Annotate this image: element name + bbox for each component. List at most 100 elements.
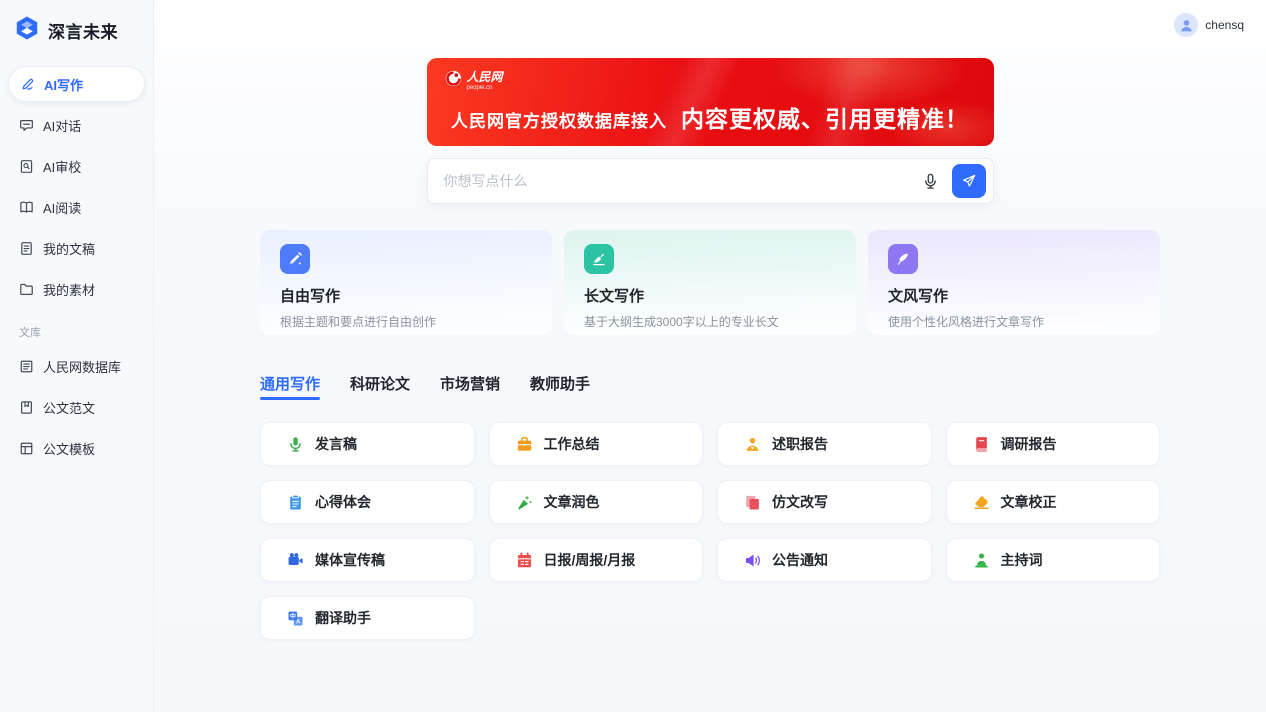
sidebar-item-label: 公文模板 xyxy=(43,441,96,457)
doc-bookmark-icon xyxy=(19,400,34,415)
people-cn-logo: 人民网 people.cn xyxy=(445,70,976,92)
clipboard-icon xyxy=(287,494,304,511)
sidebar-item-label: AI阅读 xyxy=(43,200,82,216)
template-grid: 发言稿 工作总结 述职报告 调研报告 心得体会 文章润色 仿文改写 文章校正 媒… xyxy=(260,422,1160,640)
sidebar-item-official-samples[interactable]: 公文范文 xyxy=(8,389,145,425)
sidebar-item-label: 我的素材 xyxy=(43,282,96,298)
open-book-icon xyxy=(19,200,34,215)
sidebar-item-ai-proofread[interactable]: AI审校 xyxy=(8,148,145,184)
template-article-polish[interactable]: 文章润色 xyxy=(488,480,703,524)
card-title: 长文写作 xyxy=(584,288,645,305)
template-label: 日报/周报/月报 xyxy=(543,552,636,568)
card-style-writing[interactable]: 文风写作 使用个性化风格进行文章写作 xyxy=(868,230,1160,335)
template-imitation-rewrite[interactable]: 仿文改写 xyxy=(717,480,932,524)
banner-subtitle: 人民网官方授权数据库接入 xyxy=(451,112,667,131)
template-label: 媒体宣传稿 xyxy=(315,552,385,568)
template-translate-assistant[interactable]: 中A 翻译助手 xyxy=(260,596,475,640)
sidebar-item-my-documents[interactable]: 我的文稿 xyxy=(8,230,145,266)
mic-button[interactable] xyxy=(916,166,946,196)
main-content: chensq 人民网 people.cn 人民网官方授权数据库接入 内容更权威、… xyxy=(154,0,1266,712)
mic-green-icon xyxy=(287,436,304,453)
newspaper-icon xyxy=(19,359,34,374)
eraser-icon xyxy=(973,494,990,511)
template-article-correction[interactable]: 文章校正 xyxy=(945,480,1160,524)
sidebar-nav: AI写作 AI对话 AI审校 AI阅读 我的文稿 我的素材 文库 人民网数据库 xyxy=(8,66,145,466)
host-icon xyxy=(973,552,990,569)
sidebar-item-ai-writing[interactable]: AI写作 xyxy=(8,66,145,102)
template-label: 述职报告 xyxy=(772,436,828,452)
sidebar-item-ai-chat[interactable]: AI对话 xyxy=(8,107,145,143)
svg-text:中: 中 xyxy=(290,611,296,619)
card-free-writing[interactable]: 自由写作 根据主题和要点进行自由创作 xyxy=(260,230,552,335)
mic-outline-icon xyxy=(925,173,936,189)
category-tabs: 通用写作 科研论文 市场营销 教师助手 xyxy=(260,373,1160,400)
sidebar-item-label: 公文范文 xyxy=(43,400,96,416)
template-speech-draft[interactable]: 发言稿 xyxy=(260,422,475,466)
tab-research-paper[interactable]: 科研论文 xyxy=(350,373,410,400)
banner-headline: 内容更权威、引用更精准！ xyxy=(681,106,969,132)
sidebar-item-official-templates[interactable]: 公文模板 xyxy=(8,430,145,466)
people-cn-logo-text: 人民网 xyxy=(466,70,503,84)
tab-teacher-assistant[interactable]: 教师助手 xyxy=(530,373,590,400)
sidebar-item-label: 人民网数据库 xyxy=(43,359,122,375)
template-label: 公告通知 xyxy=(772,552,828,568)
people-cn-logo-icon xyxy=(445,70,462,92)
prompt-input[interactable] xyxy=(443,173,916,189)
card-long-writing[interactable]: 长文写作 基于大纲生成3000字以上的专业长文 xyxy=(564,230,856,335)
template-reflections[interactable]: 心得体会 xyxy=(260,480,475,524)
sidebar-item-label: AI写作 xyxy=(44,77,84,93)
template-label: 调研报告 xyxy=(1000,436,1057,452)
template-label: 心得体会 xyxy=(315,494,371,510)
tab-marketing[interactable]: 市场营销 xyxy=(440,373,500,400)
sidebar-item-label: AI审校 xyxy=(43,159,82,175)
copy-icon xyxy=(744,494,761,511)
sidebar-item-my-materials[interactable]: 我的素材 xyxy=(8,271,145,307)
template-label: 工作总结 xyxy=(543,436,600,452)
template-label: 发言稿 xyxy=(315,436,357,452)
sidebar-section-library: 文库 xyxy=(19,327,41,339)
send-icon xyxy=(962,174,975,187)
camera-icon xyxy=(287,552,304,569)
app-logo[interactable]: 深言未来 xyxy=(8,0,145,58)
template-label: 翻译助手 xyxy=(315,610,371,626)
card-description: 使用个性化风格进行文章写作 xyxy=(888,315,1045,329)
chat-icon xyxy=(19,118,34,133)
template-announcement[interactable]: 公告通知 xyxy=(717,538,932,582)
signature-tile-icon xyxy=(584,244,614,274)
deeplang-logo-icon xyxy=(14,15,40,46)
pen-icon xyxy=(20,77,35,92)
pencil-tile-icon xyxy=(280,244,310,274)
template-host-script[interactable]: 主持词 xyxy=(945,538,1160,582)
send-button[interactable] xyxy=(951,164,986,198)
sidebar-item-label: AI对话 xyxy=(43,118,82,134)
user-avatar-icon xyxy=(1174,13,1199,37)
tab-general-writing[interactable]: 通用写作 xyxy=(260,373,321,400)
sidebar: 深言未来 AI写作 AI对话 AI审校 AI阅读 我的文稿 我的素材 文库 人民… xyxy=(0,0,154,712)
briefcase-icon xyxy=(516,436,533,453)
quill-tile-icon xyxy=(888,244,918,274)
sidebar-item-ai-reading[interactable]: AI阅读 xyxy=(8,189,145,225)
template-label: 仿文改写 xyxy=(772,494,828,510)
composer-bar xyxy=(426,158,994,204)
user-menu[interactable]: chensq xyxy=(1174,13,1244,37)
promo-banner[interactable]: 人民网 people.cn 人民网官方授权数据库接入 内容更权威、引用更精准！ xyxy=(426,58,994,146)
card-description: 基于大纲生成3000字以上的专业长文 xyxy=(584,315,779,329)
wand-icon xyxy=(516,494,533,511)
template-work-summary[interactable]: 工作总结 xyxy=(488,422,703,466)
svg-text:A: A xyxy=(296,619,301,625)
megaphone-icon xyxy=(744,552,761,569)
app-name: 深言未来 xyxy=(48,23,118,42)
translate-icon: 中A xyxy=(287,610,304,627)
doc-icon xyxy=(19,241,34,256)
template-label: 文章润色 xyxy=(543,494,600,510)
template-research-report[interactable]: 调研报告 xyxy=(945,422,1160,466)
sidebar-item-label: 我的文稿 xyxy=(43,241,96,257)
template-periodic-report[interactable]: 日报/周报/月报 xyxy=(488,538,703,582)
user-name: chensq xyxy=(1205,18,1244,32)
template-duty-report[interactable]: 述职报告 xyxy=(717,422,932,466)
template-media-promo[interactable]: 媒体宣传稿 xyxy=(260,538,475,582)
calendar-icon xyxy=(516,551,533,569)
sidebar-item-people-db[interactable]: 人民网数据库 xyxy=(8,348,145,384)
card-title: 文风写作 xyxy=(888,288,949,305)
people-cn-logo-sub: people.cn xyxy=(466,85,493,91)
